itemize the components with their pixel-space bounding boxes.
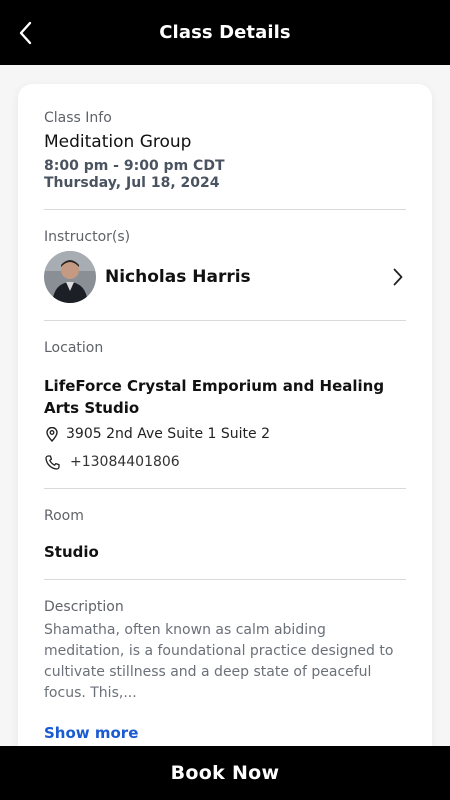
avatar: [44, 251, 96, 303]
description-section: Description Shamatha, often known as cal…: [44, 580, 406, 742]
room-name: Studio: [44, 543, 99, 561]
class-info-label: Class Info: [44, 110, 112, 126]
room-section: Room Studio: [44, 489, 406, 561]
chevron-right-icon: [390, 267, 406, 287]
class-details-card: Class Info Meditation Group 8:00 pm - 9:…: [18, 84, 432, 784]
location-section: Location LifeForce Crystal Emporium and …: [44, 321, 406, 470]
instructor-row[interactable]: Nicholas Harris: [44, 251, 406, 303]
class-date: Thursday, Jul 18, 2024: [44, 175, 220, 191]
show-more-link[interactable]: Show more: [44, 724, 406, 742]
book-now-button[interactable]: Book Now: [0, 746, 450, 800]
back-button[interactable]: [14, 20, 36, 46]
phone-icon: [44, 454, 60, 470]
phone-text: +13084401806: [70, 454, 180, 470]
phone-row[interactable]: +13084401806: [44, 454, 406, 470]
location-name: LifeForce Crystal Emporium and Healing A…: [44, 377, 385, 417]
description-label: Description: [44, 599, 124, 615]
class-time: 8:00 pm - 9:00 pm CDT: [44, 158, 225, 174]
address-row[interactable]: 3905 2nd Ave Suite 1 Suite 2: [44, 426, 406, 442]
instructor-name: Nicholas Harris: [105, 267, 251, 287]
top-app-bar: Class Details: [0, 0, 450, 65]
room-label: Room: [44, 508, 84, 524]
address-text: 3905 2nd Ave Suite 1 Suite 2: [66, 426, 270, 442]
class-name: Meditation Group: [44, 132, 192, 152]
location-label: Location: [44, 340, 104, 356]
chevron-left-icon: [19, 21, 32, 45]
description-text: Shamatha, often known as calm abiding me…: [44, 622, 394, 701]
instructor-label: Instructor(s): [44, 229, 131, 245]
map-pin-icon: [44, 426, 60, 442]
class-info-section: Class Info Meditation Group 8:00 pm - 9:…: [44, 84, 406, 191]
instructor-section: Instructor(s) Nicholas Harris: [44, 210, 406, 303]
page-title: Class Details: [159, 22, 291, 43]
